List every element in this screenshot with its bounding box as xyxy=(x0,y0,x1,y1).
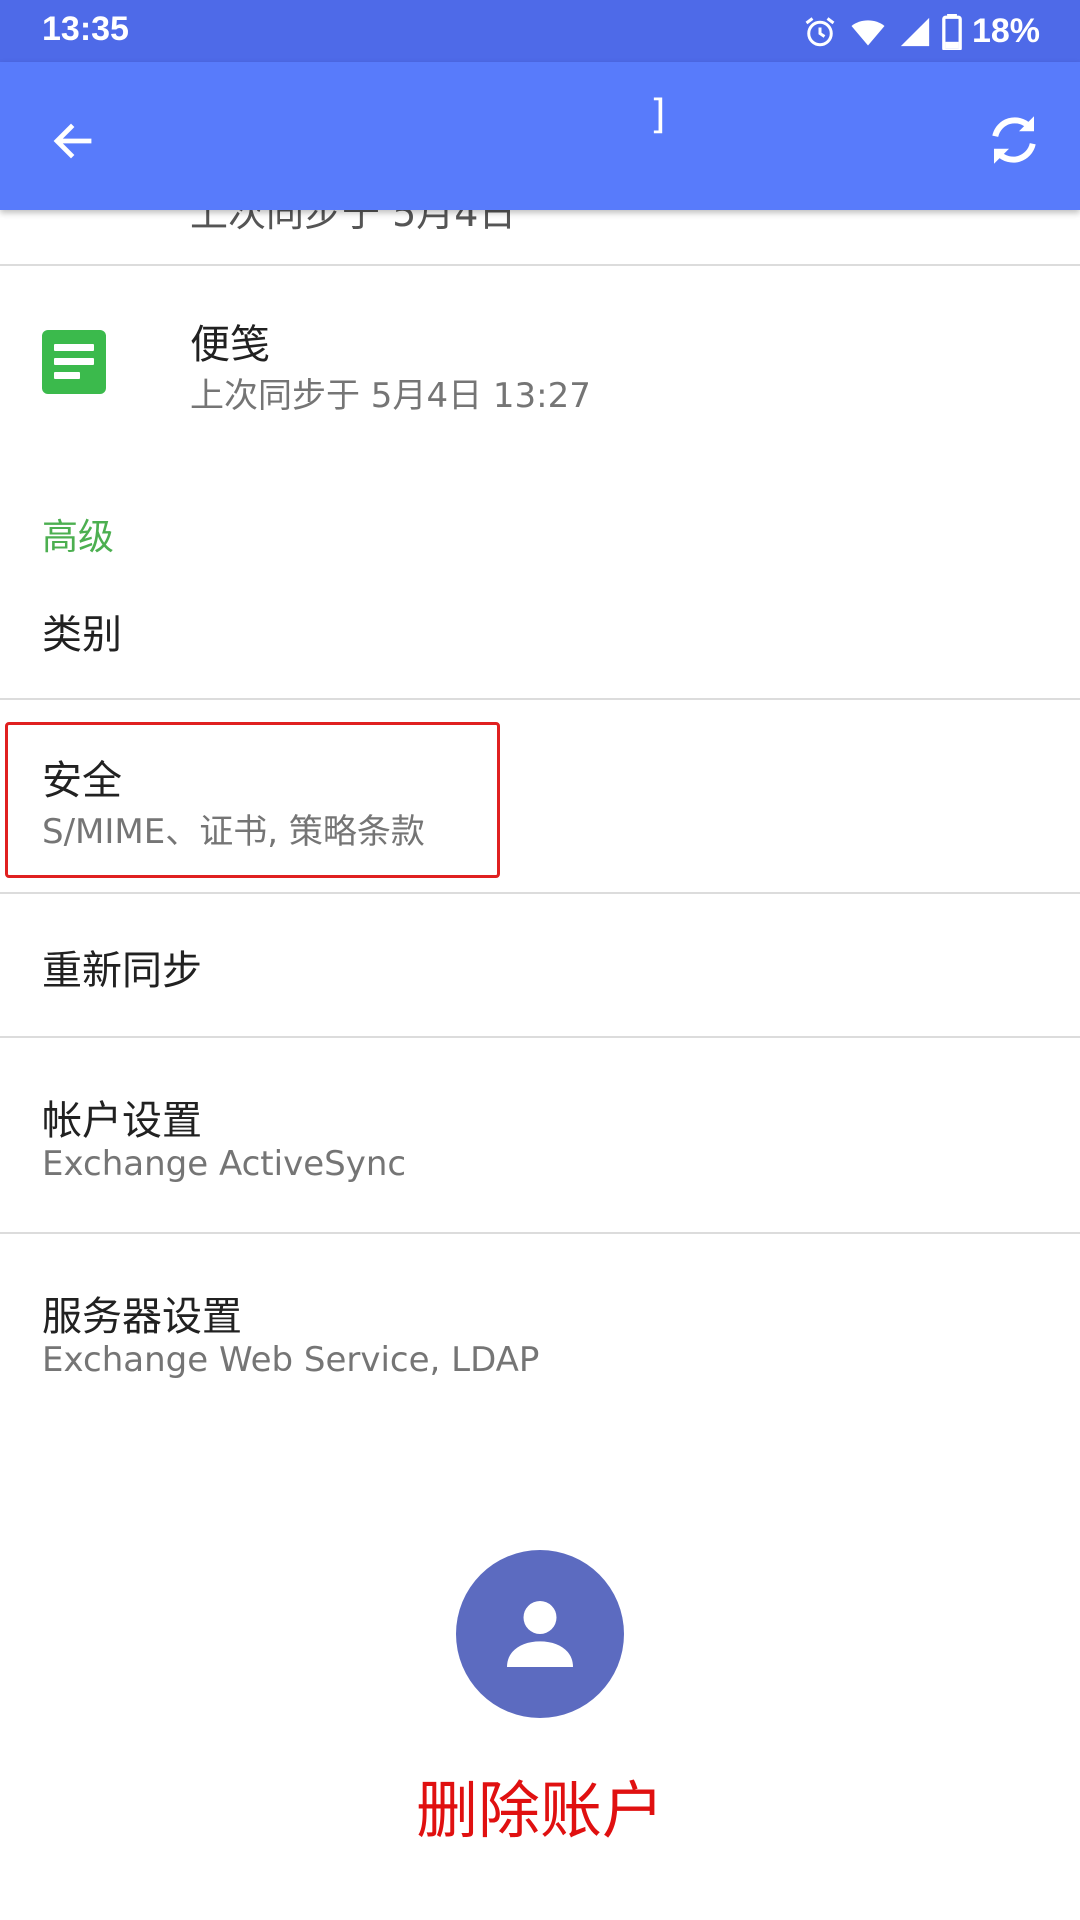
section-header-advanced: 高级 xyxy=(42,517,115,558)
notes-sync-row[interactable]: 便笺 上次同步于 5月4日 13:27 xyxy=(0,268,1080,458)
battery-icon xyxy=(942,13,962,50)
status-icons: 18% xyxy=(802,12,1040,51)
app-bar-title: ] xyxy=(650,92,666,138)
alarm-icon xyxy=(802,14,838,50)
server-settings-item[interactable]: 服务器设置 Exchange Web Service, LDAP xyxy=(0,1234,1080,1428)
wifi-icon xyxy=(848,14,888,50)
account-settings-subtitle: Exchange ActiveSync xyxy=(42,1144,407,1184)
notes-last-sync: 上次同步于 5月4日 13:27 xyxy=(190,376,591,416)
account-settings-title: 帐户设置 xyxy=(42,1098,202,1144)
app-bar: ] xyxy=(0,62,1080,210)
battery-percent: 18% xyxy=(971,12,1040,50)
arrow-back-icon xyxy=(53,123,92,159)
category-item[interactable]: 类别 xyxy=(0,580,1080,698)
back-button[interactable] xyxy=(36,104,110,178)
divider xyxy=(0,264,1080,266)
sync-button[interactable] xyxy=(974,100,1054,180)
highlight-box xyxy=(5,722,500,878)
account-settings-item[interactable]: 帐户设置 Exchange ActiveSync xyxy=(0,1038,1080,1232)
partial-sync-row[interactable]: 上次同步于 5月4日 xyxy=(0,210,1080,266)
partial-row-text: 上次同步于 5月4日 xyxy=(190,210,517,235)
resync-title: 重新同步 xyxy=(42,948,202,994)
notes-title: 便笺 xyxy=(190,322,270,368)
notes-icon xyxy=(42,330,106,394)
resync-item[interactable]: 重新同步 xyxy=(0,894,1080,1036)
server-settings-title: 服务器设置 xyxy=(42,1294,242,1340)
avatar xyxy=(456,1550,624,1718)
signal-icon xyxy=(898,15,932,49)
status-time: 13:35 xyxy=(42,10,129,48)
status-bar: 13:35 18% xyxy=(0,0,1080,62)
delete-account-button[interactable]: 删除账户 xyxy=(0,1760,1080,1850)
category-title: 类别 xyxy=(42,612,122,658)
server-settings-subtitle: Exchange Web Service, LDAP xyxy=(42,1340,540,1380)
person-icon xyxy=(507,1601,573,1667)
sync-icon xyxy=(992,116,1036,164)
